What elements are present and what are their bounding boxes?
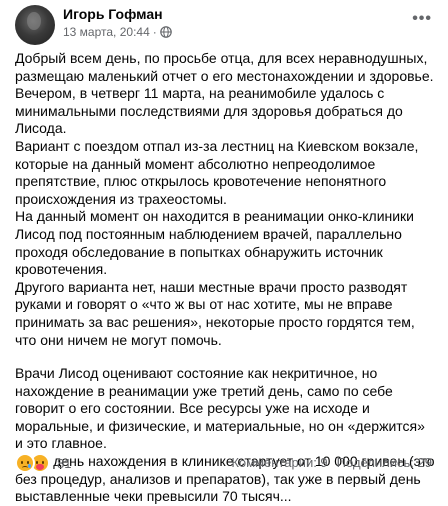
- avatar[interactable]: [15, 5, 55, 45]
- post-meta: 13 марта, 20:44 ·: [63, 25, 172, 39]
- paragraph: На данный момент он находится в реанимац…: [15, 208, 415, 278]
- reaction-count[interactable]: 81: [57, 456, 71, 471]
- paragraph: Добрый всем день, по просьбе отца, для в…: [15, 50, 434, 84]
- comments-count[interactable]: Комментарии: 9: [231, 455, 327, 470]
- reactions-summary[interactable]: 81: [15, 453, 71, 473]
- paragraph: Врачи Лисод оценивают состояние как некр…: [15, 365, 425, 452]
- paragraph: Другого варианта нет, наши местные врачи…: [15, 278, 415, 348]
- sad-reaction-icon: [15, 453, 35, 473]
- post-header: Игорь Гофман 13 марта, 20:44 · •••: [0, 0, 448, 45]
- more-horizontal-icon[interactable]: •••: [412, 10, 432, 28]
- globe-icon: [159, 26, 172, 38]
- post-date[interactable]: 13 марта, 20:44: [63, 25, 150, 39]
- author-name[interactable]: Игорь Гофман: [63, 6, 163, 22]
- post-text: Добрый всем день, по просьбе отца, для в…: [15, 50, 435, 506]
- shares-count[interactable]: Поделились: 29: [337, 455, 432, 470]
- paragraph: Вечером, в четверг 11 марта, на реанимоб…: [15, 85, 403, 137]
- post-stats: Комментарии: 9 Поделились: 29: [231, 455, 432, 470]
- paragraph: Вариант с поездом отпал из-за лестниц на…: [15, 137, 419, 207]
- post-footer: 81 Комментарии: 9 Поделились: 29: [0, 448, 448, 478]
- meta-separator: ·: [152, 25, 157, 39]
